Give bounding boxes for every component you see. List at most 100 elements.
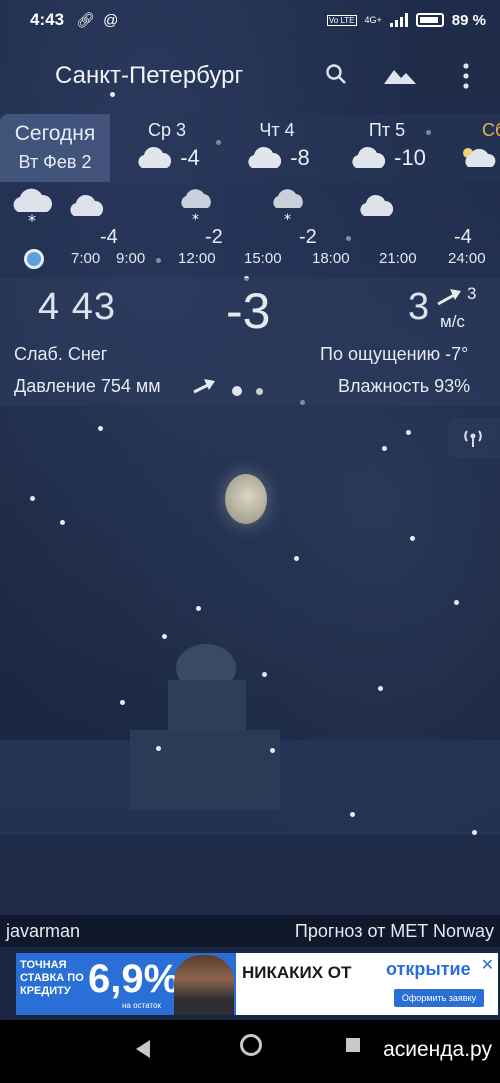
day-name: Пт 5 [368,120,406,140]
cloud-icon [138,146,172,168]
landscape-icon[interactable] [382,62,418,91]
condition-text: Слаб. Снег [14,344,108,364]
day-temp: -10 [394,145,426,170]
snowflake [472,830,477,835]
day-tab-sat[interactable]: Сб [442,114,500,182]
recent-apps-icon[interactable] [346,1038,360,1052]
signal-icon [389,13,408,27]
humidity-text: Влажность 93% [338,376,471,396]
wind-gust: 3 [467,284,477,303]
snowflake [410,536,415,541]
radar-button[interactable] [448,418,500,458]
home-icon[interactable] [240,1034,262,1056]
back-icon[interactable] [136,1040,150,1058]
day-name: Ср 3 [147,120,187,140]
snowflake [196,606,201,611]
ad-right: открытие Оформить заявку ✕ [386,953,498,1015]
wind-speed: 3 [408,286,430,328]
day-tab-today[interactable]: Сегодня Вт Фев 2 [0,114,110,182]
toolbar: Санкт-Петербург [0,48,500,104]
partly-sunny-icon [463,148,496,167]
day-name: Чт 4 [259,120,295,140]
snowflake [98,426,103,431]
footer-bar: javarman Прогноз от MET Norway [0,915,500,947]
day-tab-fri[interactable]: Пт 5 -10 [332,114,442,182]
day-tab-wed[interactable]: Ср 3 -4 [112,114,222,182]
hour-temp: -4 [454,226,472,248]
ad-banner[interactable]: ТОЧНАЯ СТАВКА ПО КРЕДИТУ 6,9% на остаток… [16,953,498,1015]
snowflake [382,446,387,451]
snow-cloud-icon: * [273,189,303,226]
at-icon: @ [103,11,119,29]
day-tab-thu[interactable]: Чт 4 -8 [222,114,332,182]
ad-promo-block: ТОЧНАЯ СТАВКА ПО КРЕДИТУ 6,9% на остаток [16,953,236,1015]
current-conditions: 4 43 -3 3 3 м/с Слаб. Снег По ощущению -… [0,278,500,406]
more-vert-icon[interactable] [458,62,474,95]
author-credit[interactable]: javarman [6,921,80,942]
snow-cloud-icon: * [13,188,52,226]
ad-headline: НИКАКИХ ОТ [242,963,352,982]
page-indicator-dot [256,388,263,395]
ad-close-icon[interactable]: ✕ [481,955,494,975]
hourly-forecast: * * * -4 -2 -2 -4 7:00 9:00 12:00 15:00 … [0,182,500,274]
ad-promo-text: ТОЧНАЯ СТАВКА ПО КРЕДИТУ [20,959,84,997]
snowflake [162,634,167,639]
cloud-icon [70,194,104,216]
pressure-trend-icon [193,379,215,394]
snowflake [120,700,125,705]
today-date: Вт Фев 2 [18,152,92,172]
hour-label: 9:00 [116,250,146,267]
forecast-source[interactable]: Прогноз от MET Norway [295,921,494,942]
snowflake [406,430,411,435]
status-time: 4:43 [30,10,65,29]
current-time-marker [24,249,44,269]
ad-rate-note: на остаток [122,1001,161,1010]
day-temp: -4 [180,145,200,170]
wind-direction-icon [437,289,461,306]
snowflake [378,686,383,691]
current-time: 4 43 [38,286,116,328]
search-icon[interactable] [324,62,348,91]
day-temp: -8 [290,145,310,170]
ad-brand-logo: открытие [386,959,471,979]
svg-text:*: * [192,212,199,226]
ad-apply-button[interactable]: Оформить заявку [394,989,484,1007]
today-label: Сегодня [14,122,96,145]
cloud-icon [360,194,394,216]
feels-like-text: По ощущению -7° [320,344,469,364]
snowflake [30,496,35,501]
snowflake [454,600,459,605]
hour-label: 7:00 [71,250,101,267]
pressure-text: Давление 754 мм [14,376,161,396]
city-title[interactable]: Санкт-Петербург [55,62,243,90]
snowflake [60,520,65,525]
hour-temp: -4 [100,226,118,248]
snow-cloud-icon: * [181,189,211,226]
snowflake [270,748,275,753]
svg-text:*: * [284,212,291,226]
hour-label: 15:00 [244,250,282,267]
network-indicator: 4G+ [364,15,382,25]
ad-person-photo [174,955,234,1015]
cloud-icon [248,146,282,168]
hour-label: 24:00 [448,250,486,267]
watermark: асиенда.ру [383,1038,492,1061]
snowflake [156,746,161,751]
hour-temp: -2 [205,226,223,248]
battery-percent: 89 % [451,11,486,29]
daily-forecast-strip: Сегодня Вт Фев 2 Ср 3 -4 Чт 4 -8 Пт 5 -1… [0,114,500,182]
hour-label: 12:00 [178,250,216,267]
broadcast-icon [464,430,482,447]
svg-text:*: * [28,211,36,226]
current-temperature: -3 [226,283,271,339]
hour-label: 18:00 [312,250,350,267]
day-name: Сб [482,120,500,140]
hour-label: 21:00 [379,250,417,267]
volte-indicator: Vo LTE [326,14,357,26]
status-bar: 4:43 🔗︎ @ Vo LTE 4G+ 89 % [0,0,500,40]
battery-icon [415,13,444,27]
snowflake [294,556,299,561]
snowflake [262,672,267,677]
ad-rate: 6,9% [88,957,180,1001]
snowflake [350,812,355,817]
